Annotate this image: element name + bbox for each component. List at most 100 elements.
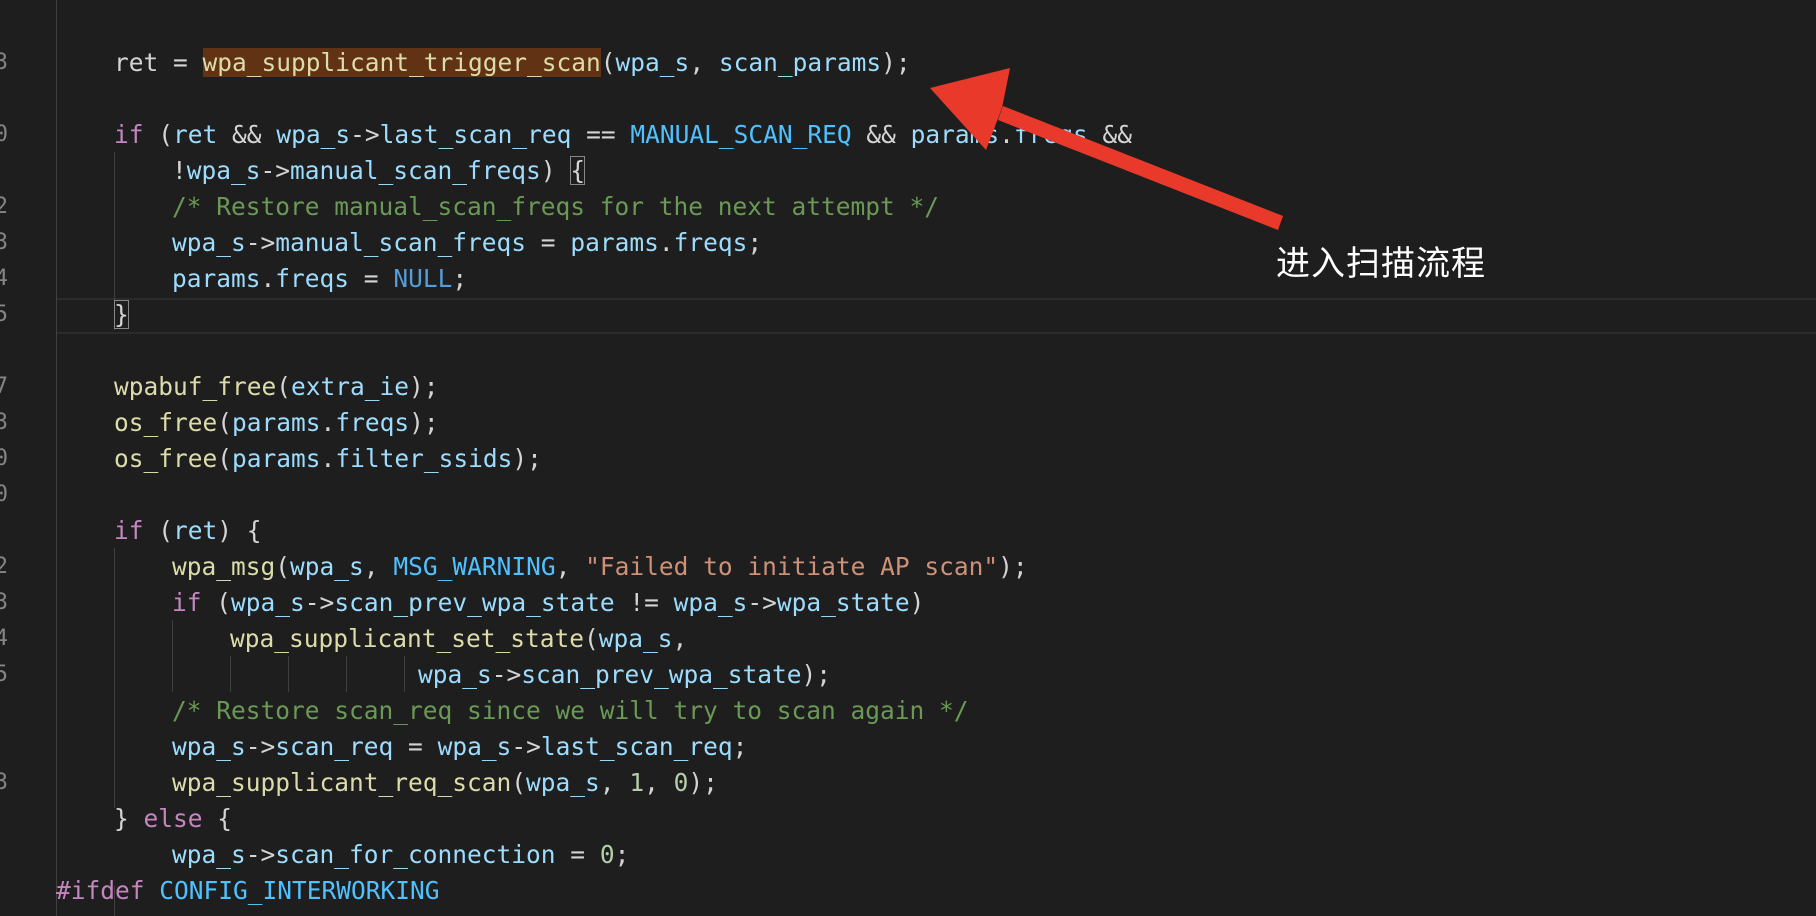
code-token: params [232, 408, 321, 437]
line-number: 3 [0, 230, 8, 255]
code-token: ( [143, 120, 174, 149]
code-token: wpa_msg [172, 552, 276, 581]
code-token: scan_prev_wpa_state [521, 660, 802, 689]
code-token: = [393, 732, 438, 761]
code-token: ; [732, 732, 748, 761]
code-line[interactable]: 0 os_free(params.filter_ssids); [0, 441, 1816, 477]
code-text: params.freqs = NULL; [172, 261, 467, 297]
code-line[interactable]: } else { [0, 801, 1816, 837]
search-highlight: wpa_supplicant_trigger_scan [202, 48, 601, 77]
code-line[interactable]: 2 wpa_msg(wpa_s, MSG_WARNING, "Failed to … [0, 549, 1816, 585]
code-text: #ifdef CONFIG_INTERWORKING [56, 873, 440, 909]
code-token: ( [600, 48, 616, 77]
code-line[interactable]: #ifdef CONFIG_INTERWORKING [0, 873, 1816, 909]
code-line[interactable]: 3 ret = wpa_supplicant_trigger_scan(wpa_s… [0, 45, 1816, 81]
code-token: wpa_s [418, 660, 492, 689]
line-number: 2 [0, 194, 8, 219]
code-text: wpa_supplicant_req_scan(wpa_s, 1, 0); [172, 765, 718, 801]
code-token: = [349, 264, 394, 293]
code-text: wpa_s->scan_req = wpa_s->last_scan_req; [172, 729, 747, 765]
code-line[interactable]: if (ret) { [0, 513, 1816, 549]
bracket-match: } [114, 300, 129, 329]
code-token: "Failed to initiate AP scan" [585, 552, 999, 581]
code-line[interactable] [0, 81, 1816, 117]
code-token: 0 [599, 840, 615, 869]
code-token: , [363, 552, 394, 581]
code-editor[interactable]: 3 ret = wpa_supplicant_trigger_scan(wpa_s… [0, 0, 1816, 916]
line-number: 2 [0, 554, 8, 579]
code-token: #ifdef [56, 876, 145, 905]
code-line[interactable] [0, 333, 1816, 369]
code-line[interactable]: wpa_s->scan_for_connection = 0; [0, 837, 1816, 873]
line-number: 4 [0, 626, 8, 651]
code-token: os_free [114, 444, 218, 473]
code-token: wpa_supplicant_req_scan [172, 768, 512, 797]
code-token: . [658, 228, 674, 257]
line-number: 3 [0, 590, 8, 615]
code-text: wpa_s->scan_for_connection = 0; [172, 837, 629, 873]
code-token: wpa_s [172, 840, 246, 869]
code-token: ( [276, 372, 292, 401]
code-token: -> [747, 588, 777, 617]
code-token: os_free [114, 408, 218, 437]
code-token: ret = [114, 48, 203, 77]
code-token: /* Restore manual_scan_freqs for the nex… [172, 192, 940, 221]
code-token: , [555, 552, 586, 581]
code-text: wpabuf_free(extra_ie); [114, 369, 439, 405]
code-token: ); [881, 48, 911, 77]
code-token: ); [801, 660, 832, 689]
code-line[interactable]: !wpa_s->manual_scan_freqs) { [0, 153, 1816, 189]
code-token: if [172, 588, 202, 617]
line-number: 5 [0, 662, 8, 687]
code-line[interactable]: 5 wpa_s->scan_prev_wpa_state); [0, 657, 1816, 693]
code-line[interactable]: 5} [0, 297, 1816, 333]
code-token: MSG_WARNING [393, 552, 556, 581]
code-token: ; [614, 840, 630, 869]
code-token: ret [173, 120, 218, 149]
code-line[interactable]: 3 wpa_supplicant_req_scan(wpa_s, 1, 0); [0, 765, 1816, 801]
code-line[interactable]: 3 os_free(params.freqs); [0, 405, 1816, 441]
code-line[interactable]: 0 if (ret && wpa_s->last_scan_req == MANU… [0, 117, 1816, 153]
code-text: !wpa_s->manual_scan_freqs) { [172, 153, 586, 189]
code-token: freqs [275, 264, 350, 293]
code-token: if [114, 516, 144, 545]
code-token: manual_scan_freqs [275, 228, 527, 257]
code-line[interactable]: 3 if (wpa_s->scan_prev_wpa_state != wpa_s… [0, 585, 1816, 621]
code-text: wpa_s->scan_prev_wpa_state); [418, 657, 831, 693]
code-token: scan_params [718, 48, 882, 77]
code-line[interactable]: 3 wpa_s->manual_scan_freqs = params.freqs… [0, 225, 1816, 261]
code-token: wpa_s [615, 48, 690, 77]
line-number: 3 [0, 410, 8, 435]
code-token: NULL [393, 264, 453, 293]
code-token: ( [201, 588, 232, 617]
code-token: extra_ie [291, 372, 410, 401]
code-token: wpa_s [172, 228, 246, 257]
code-token: params [172, 264, 261, 293]
code-text: ret = wpa_supplicant_trigger_scan(wpa_s,… [114, 45, 911, 81]
code-token: wpa_state [776, 588, 910, 617]
code-line[interactable]: 7 wpabuf_free(extra_ie); [0, 369, 1816, 405]
code-token: ); [512, 444, 542, 473]
code-token: freqs [1013, 120, 1088, 149]
code-token: -> [245, 840, 276, 869]
code-token: ); [409, 408, 439, 437]
code-line[interactable]: wpa_s->scan_req = wpa_s->last_scan_req; [0, 729, 1816, 765]
code-line[interactable]: 4 wpa_supplicant_set_state(wpa_s, [0, 621, 1816, 657]
code-line[interactable]: 4 params.freqs = NULL; [0, 261, 1816, 297]
code-token: } [114, 804, 144, 833]
code-text: os_free(params.filter_ssids); [114, 441, 542, 477]
code-token: MANUAL_SCAN_REQ [630, 120, 852, 149]
code-line[interactable]: 2 /* Restore manual_scan_freqs for the ne… [0, 189, 1816, 225]
line-number: 3 [0, 770, 8, 795]
code-token: . [999, 120, 1014, 149]
code-token: ! [172, 156, 187, 185]
code-line[interactable]: /* Restore scan_req since we will try to… [0, 693, 1816, 729]
annotation-label: 进入扫描流程 [1276, 244, 1486, 284]
code-token: ; [452, 264, 468, 293]
code-text: if (wpa_s->scan_prev_wpa_state != wpa_s-… [172, 585, 924, 621]
code-token: wpa_s [673, 588, 748, 617]
code-token: if [114, 120, 144, 149]
code-text: } else { [114, 801, 232, 837]
code-token: && [851, 120, 911, 149]
code-line[interactable]: 0 [0, 477, 1816, 513]
